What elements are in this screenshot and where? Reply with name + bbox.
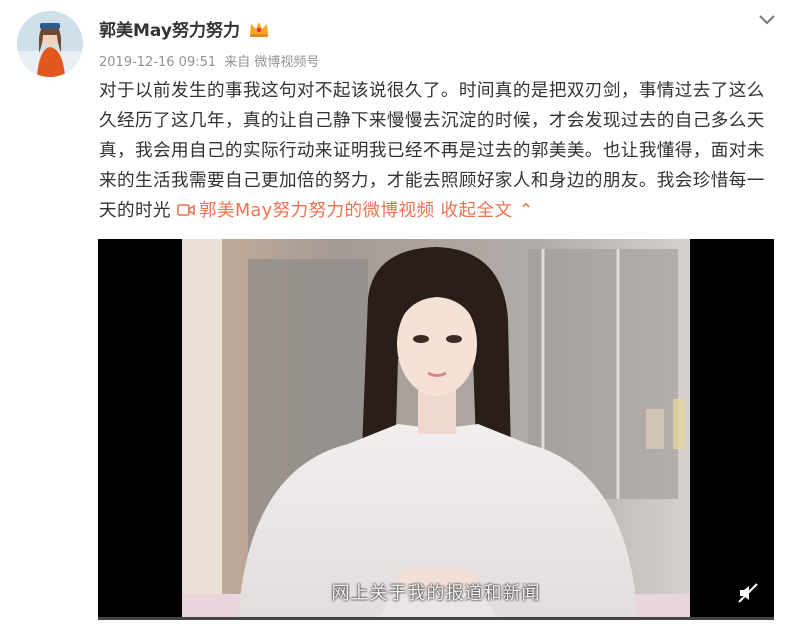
post-timestamp[interactable]: 2019-12-16 09:51 [99,55,216,70]
post-author[interactable]: 郭美May努力努力 [99,16,270,41]
avatar[interactable] [17,11,83,77]
video-player[interactable]: 网上关于我的报道和新闻 [98,239,774,620]
video-frame [98,239,774,620]
author-name[interactable]: 郭美May努力努力 [99,16,240,41]
post-meta: 2019-12-16 09:51 来自 微博视频号 [99,51,323,70]
video-subtitle: 网上关于我的报道和新闻 [331,583,541,604]
collapse-label[interactable]: 收起全文 [441,201,513,221]
video-link[interactable]: 郭美May努力努力的微博视频 [177,201,441,221]
video-link-label[interactable]: 郭美May努力努力的微博视频 [199,201,435,221]
source-prefix: 来自 [224,55,251,70]
chevron-up-icon: ⌃ [518,201,534,221]
avatar-image [17,11,83,77]
chevron-down-icon[interactable] [756,10,778,28]
video-camera-icon [177,197,195,216]
post-source[interactable]: 微博视频号 [254,55,319,70]
post-text: 对于以前发生的事我这句对不起该说很久了。时间真的是把双刃剑，事情过去了这么久经历… [99,76,779,226]
crown-badge-icon[interactable] [248,19,270,39]
collapse-button[interactable]: 收起全文 ⌃ [441,201,534,221]
post-body: 对于以前发生的事我这句对不起该说很久了。时间真的是把双刃剑，事情过去了这么久经历… [99,81,765,221]
video-progress-bar[interactable] [98,617,774,620]
speaker-muted-icon[interactable] [736,581,760,605]
